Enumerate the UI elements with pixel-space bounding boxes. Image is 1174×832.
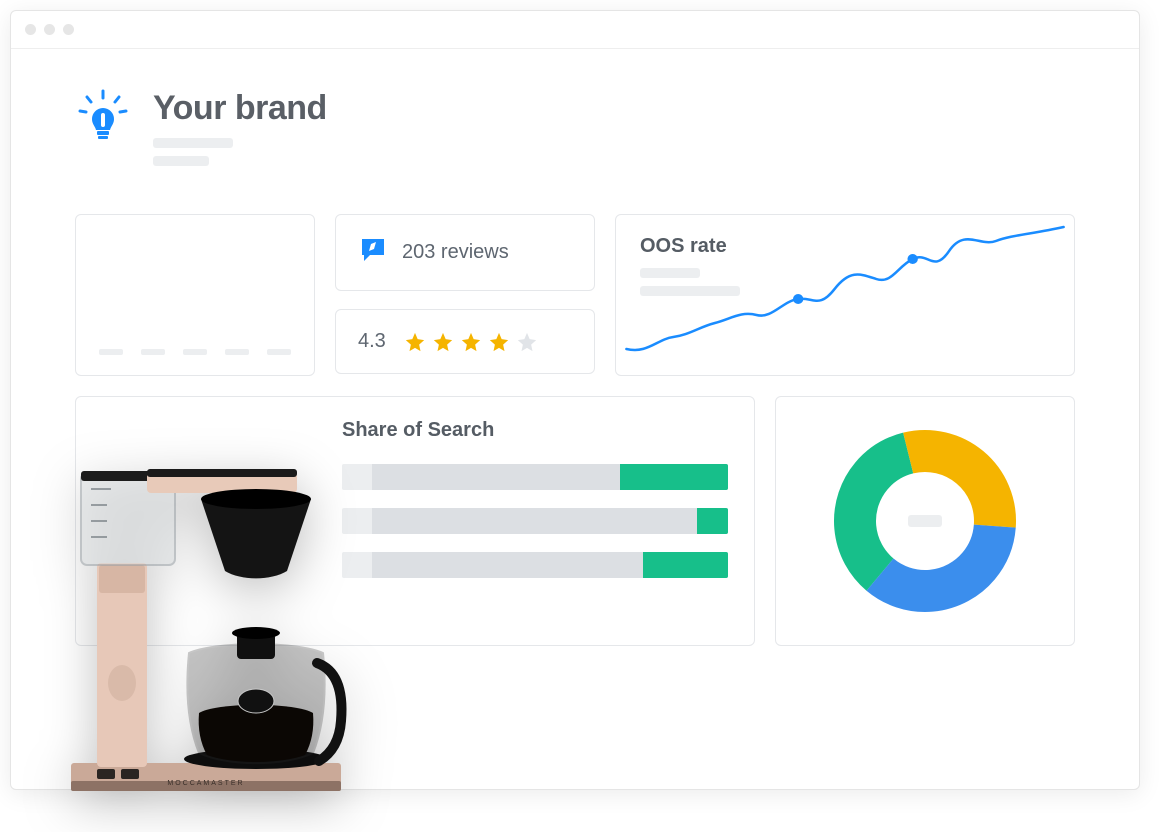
bar-label xyxy=(267,349,291,355)
oos-line-chart xyxy=(616,219,1074,369)
page-title: Your brand xyxy=(153,89,327,128)
reviews-count-label: 203 reviews xyxy=(402,241,509,264)
oos-rate-card: OOS rate xyxy=(615,214,1075,376)
traffic-light-close[interactable] xyxy=(25,24,36,35)
rating-value: 4.3 xyxy=(358,330,386,353)
traffic-light-maximize[interactable] xyxy=(63,24,74,35)
bar-chart-card xyxy=(75,214,315,376)
mini-bar-chart xyxy=(96,235,294,355)
rating-card: 4.3 xyxy=(335,309,595,374)
lightbulb-icon xyxy=(75,89,131,150)
donut-chart xyxy=(825,421,1025,621)
review-icon xyxy=(358,235,388,270)
top-cards-row: 203 reviews 4.3 OOS rate xyxy=(75,214,1075,376)
product-image: MOCCAMASTER xyxy=(51,433,361,803)
share-title: Share of Search xyxy=(342,419,728,442)
bar-label xyxy=(99,349,123,355)
star-icon xyxy=(432,331,454,353)
product-brand-label: MOCCAMASTER xyxy=(167,780,244,787)
donut-chart-card xyxy=(775,396,1075,646)
star-icon xyxy=(404,331,426,353)
window-title-bar xyxy=(11,11,1139,49)
reviews-column: 203 reviews 4.3 xyxy=(335,214,595,376)
line-chart-marker xyxy=(907,254,917,264)
line-chart-marker xyxy=(793,294,803,304)
share-bars-list xyxy=(342,464,728,578)
bar-label xyxy=(141,349,165,355)
subtitle-placeholder xyxy=(153,138,233,148)
star-icon-empty xyxy=(516,331,538,353)
share-bar-row xyxy=(342,508,728,534)
bar-label xyxy=(183,349,207,355)
share-bar-row xyxy=(342,464,728,490)
share-bar-row xyxy=(342,552,728,578)
browser-window: Your brand xyxy=(10,10,1140,790)
page-header: Your brand xyxy=(75,89,1075,166)
reviews-count-card: 203 reviews xyxy=(335,214,595,291)
star-icon xyxy=(460,331,482,353)
star-rating xyxy=(404,331,538,353)
donut-center-placeholder xyxy=(908,515,942,527)
subtitle-placeholder xyxy=(153,156,209,166)
star-icon xyxy=(488,331,510,353)
bar-label xyxy=(225,349,249,355)
traffic-light-minimize[interactable] xyxy=(44,24,55,35)
